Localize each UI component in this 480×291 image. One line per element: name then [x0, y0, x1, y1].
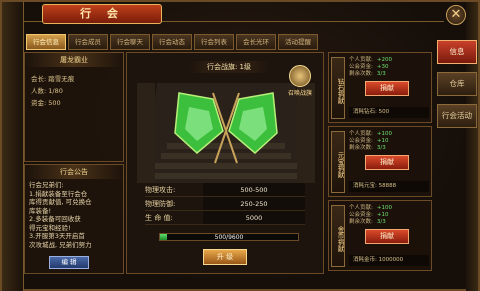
reward-label: 个人贡献:: [349, 205, 373, 211]
reward-value: 3/3: [376, 145, 386, 151]
donation-rewards: 个人贡献: +100 公会资金: +10 剩余次数: 3/3: [349, 205, 429, 226]
guild-leader: 会长: 踏雪无痕: [31, 75, 75, 83]
donation-cost: 消耗钻石: 500: [349, 107, 429, 118]
reward-label: 剩余次数:: [349, 71, 373, 77]
stat-row: 生 命 值: 5000: [145, 211, 305, 225]
tab-bar: 行会信息 行会成员 行会聊天 行会动态 行会列表 会长光环 活动提醒: [26, 34, 318, 50]
guild-name: 屠龙霸业: [25, 53, 123, 67]
summon-flag-icon: [289, 65, 311, 87]
notice-line: 1.捐献装备至行会仓: [29, 189, 88, 198]
reward-label: 公会资金:: [349, 64, 373, 70]
flag-level-title: 行会战旗: 1级: [189, 61, 269, 73]
flag-exp-bar: 500/9600: [159, 233, 299, 241]
dragon-border-left: [2, 2, 24, 291]
edit-notice-button[interactable]: 编 辑: [49, 256, 89, 269]
tab-leader-aura[interactable]: 会长光环: [236, 34, 276, 50]
tab-guild-list[interactable]: 行会列表: [194, 34, 234, 50]
donation-gold: 金币捐献 个人贡献: +100 公会资金: +10 剩余次数: 3/3 捐献 消耗金币…: [328, 200, 432, 271]
donation-tag: 金币捐献: [331, 205, 345, 267]
reward-label: 个人贡献:: [349, 57, 373, 63]
stat-label: 生 命 值:: [145, 214, 173, 222]
reward-label: 剩余次数:: [349, 219, 373, 225]
stat-label: 物理防御:: [145, 200, 176, 208]
notice-title: 行会公告: [25, 165, 123, 179]
reward-value: 3/3: [376, 71, 386, 77]
donation-cost: 消耗元宝: 58888: [349, 181, 429, 192]
donate-ingot-button[interactable]: 捐献: [365, 155, 409, 170]
reward-value: +200: [376, 57, 392, 63]
tab-guild-members[interactable]: 行会成员: [68, 34, 108, 50]
flag-stats: 物理攻击: 500-500 物理防御: 250-250 生 命 值: 5000: [145, 183, 305, 225]
donation-diamond: 钻石捐献 个人贡献: +200 公会资金: +30 剩余次数: 3/3 捐献 消耗钻石…: [328, 52, 432, 123]
stat-label: 物理攻击:: [145, 186, 176, 194]
summon-flag-button[interactable]: 召唤战旗: [283, 65, 317, 97]
window-title: 行 会: [42, 4, 162, 24]
reward-label: 公会资金:: [349, 138, 373, 144]
reward-value: +30: [376, 64, 389, 70]
side-tab-info[interactable]: 信息: [437, 40, 477, 64]
donation-cost: 消耗金币: 1000000: [349, 255, 429, 266]
notice-line: 得元宝和经验!: [29, 223, 71, 232]
reward-value: 3/3: [376, 219, 386, 225]
reward-value: +10: [376, 212, 389, 218]
guild-notice-panel: 行会公告 行会兄弟们: 1.捐献装备至行会仓 库得贡献值, 可兑换仓 库装备! …: [24, 164, 124, 274]
donate-diamond-button[interactable]: 捐献: [365, 81, 409, 96]
reward-value: +10: [376, 138, 389, 144]
stat-value: 500-500: [203, 183, 305, 196]
reward-label: 公会资金:: [349, 212, 373, 218]
notice-text: 行会兄弟们: 1.捐献装备至行会仓 库得贡献值, 可兑换仓 库装备! 2.多装备…: [25, 179, 123, 251]
stat-value: 250-250: [203, 197, 305, 210]
stat-value: 5000: [203, 211, 305, 224]
donation-ingot: 元宝捐献 个人贡献: +100 公会资金: +10 剩余次数: 3/3 捐献 消耗元宝…: [328, 126, 432, 197]
upgrade-flag-button[interactable]: 升 级: [203, 249, 247, 265]
tab-guild-news[interactable]: 行会动态: [152, 34, 192, 50]
stat-row: 物理防御: 250-250: [145, 197, 305, 211]
notice-line: 次攻城战, 兄弟们努力: [29, 240, 92, 249]
reward-label: 剩余次数:: [349, 145, 373, 151]
tab-event-reminder[interactable]: 活动提醒: [278, 34, 318, 50]
donate-gold-button[interactable]: 捐献: [365, 229, 409, 244]
guild-window: 行 会 ✕ 行会信息 行会成员 行会聊天 行会动态 行会列表 会长光环 活动提醒…: [0, 0, 480, 291]
stat-row: 物理攻击: 500-500: [145, 183, 305, 197]
guild-info-panel: 屠龙霸业 会长: 踏雪无痕 人数: 1/80 资金: 500: [24, 52, 124, 162]
notice-line: 2.多装备可回收获: [29, 215, 81, 223]
notice-line: 库得贡献值, 可兑换仓: [29, 198, 92, 206]
tab-guild-chat[interactable]: 行会聊天: [110, 34, 150, 50]
close-button[interactable]: ✕: [446, 5, 466, 25]
notice-line: 行会兄弟们:: [29, 181, 64, 189]
guild-member-count: 人数: 1/80: [31, 87, 63, 95]
donation-tag: 钻石捐献: [331, 57, 345, 119]
reward-value: +100: [376, 131, 392, 137]
notice-line: 3.开服第3天开启首: [29, 232, 85, 240]
reward-label: 个人贡献:: [349, 131, 373, 137]
donation-rewards: 个人贡献: +100 公会资金: +10 剩余次数: 3/3: [349, 131, 429, 152]
guild-funds: 资金: 500: [31, 99, 61, 107]
notice-line: 库装备!: [29, 206, 52, 215]
side-tab-guild-events[interactable]: 行会活动: [437, 104, 477, 128]
summon-flag-label: 召唤战旗: [287, 90, 312, 97]
flag-exp-text: 500/9600: [214, 234, 244, 241]
side-tab-warehouse[interactable]: 仓库: [437, 72, 477, 96]
donation-tag: 元宝捐献: [331, 131, 345, 193]
guild-flag-panel: 行会战旗: 1级 召唤战旗 物理攻击: 500-500 物理防御: 250-25…: [126, 52, 324, 274]
reward-value: +100: [376, 205, 392, 211]
tab-guild-info[interactable]: 行会信息: [26, 34, 66, 50]
donation-rewards: 个人贡献: +200 公会资金: +30 剩余次数: 3/3: [349, 57, 429, 78]
